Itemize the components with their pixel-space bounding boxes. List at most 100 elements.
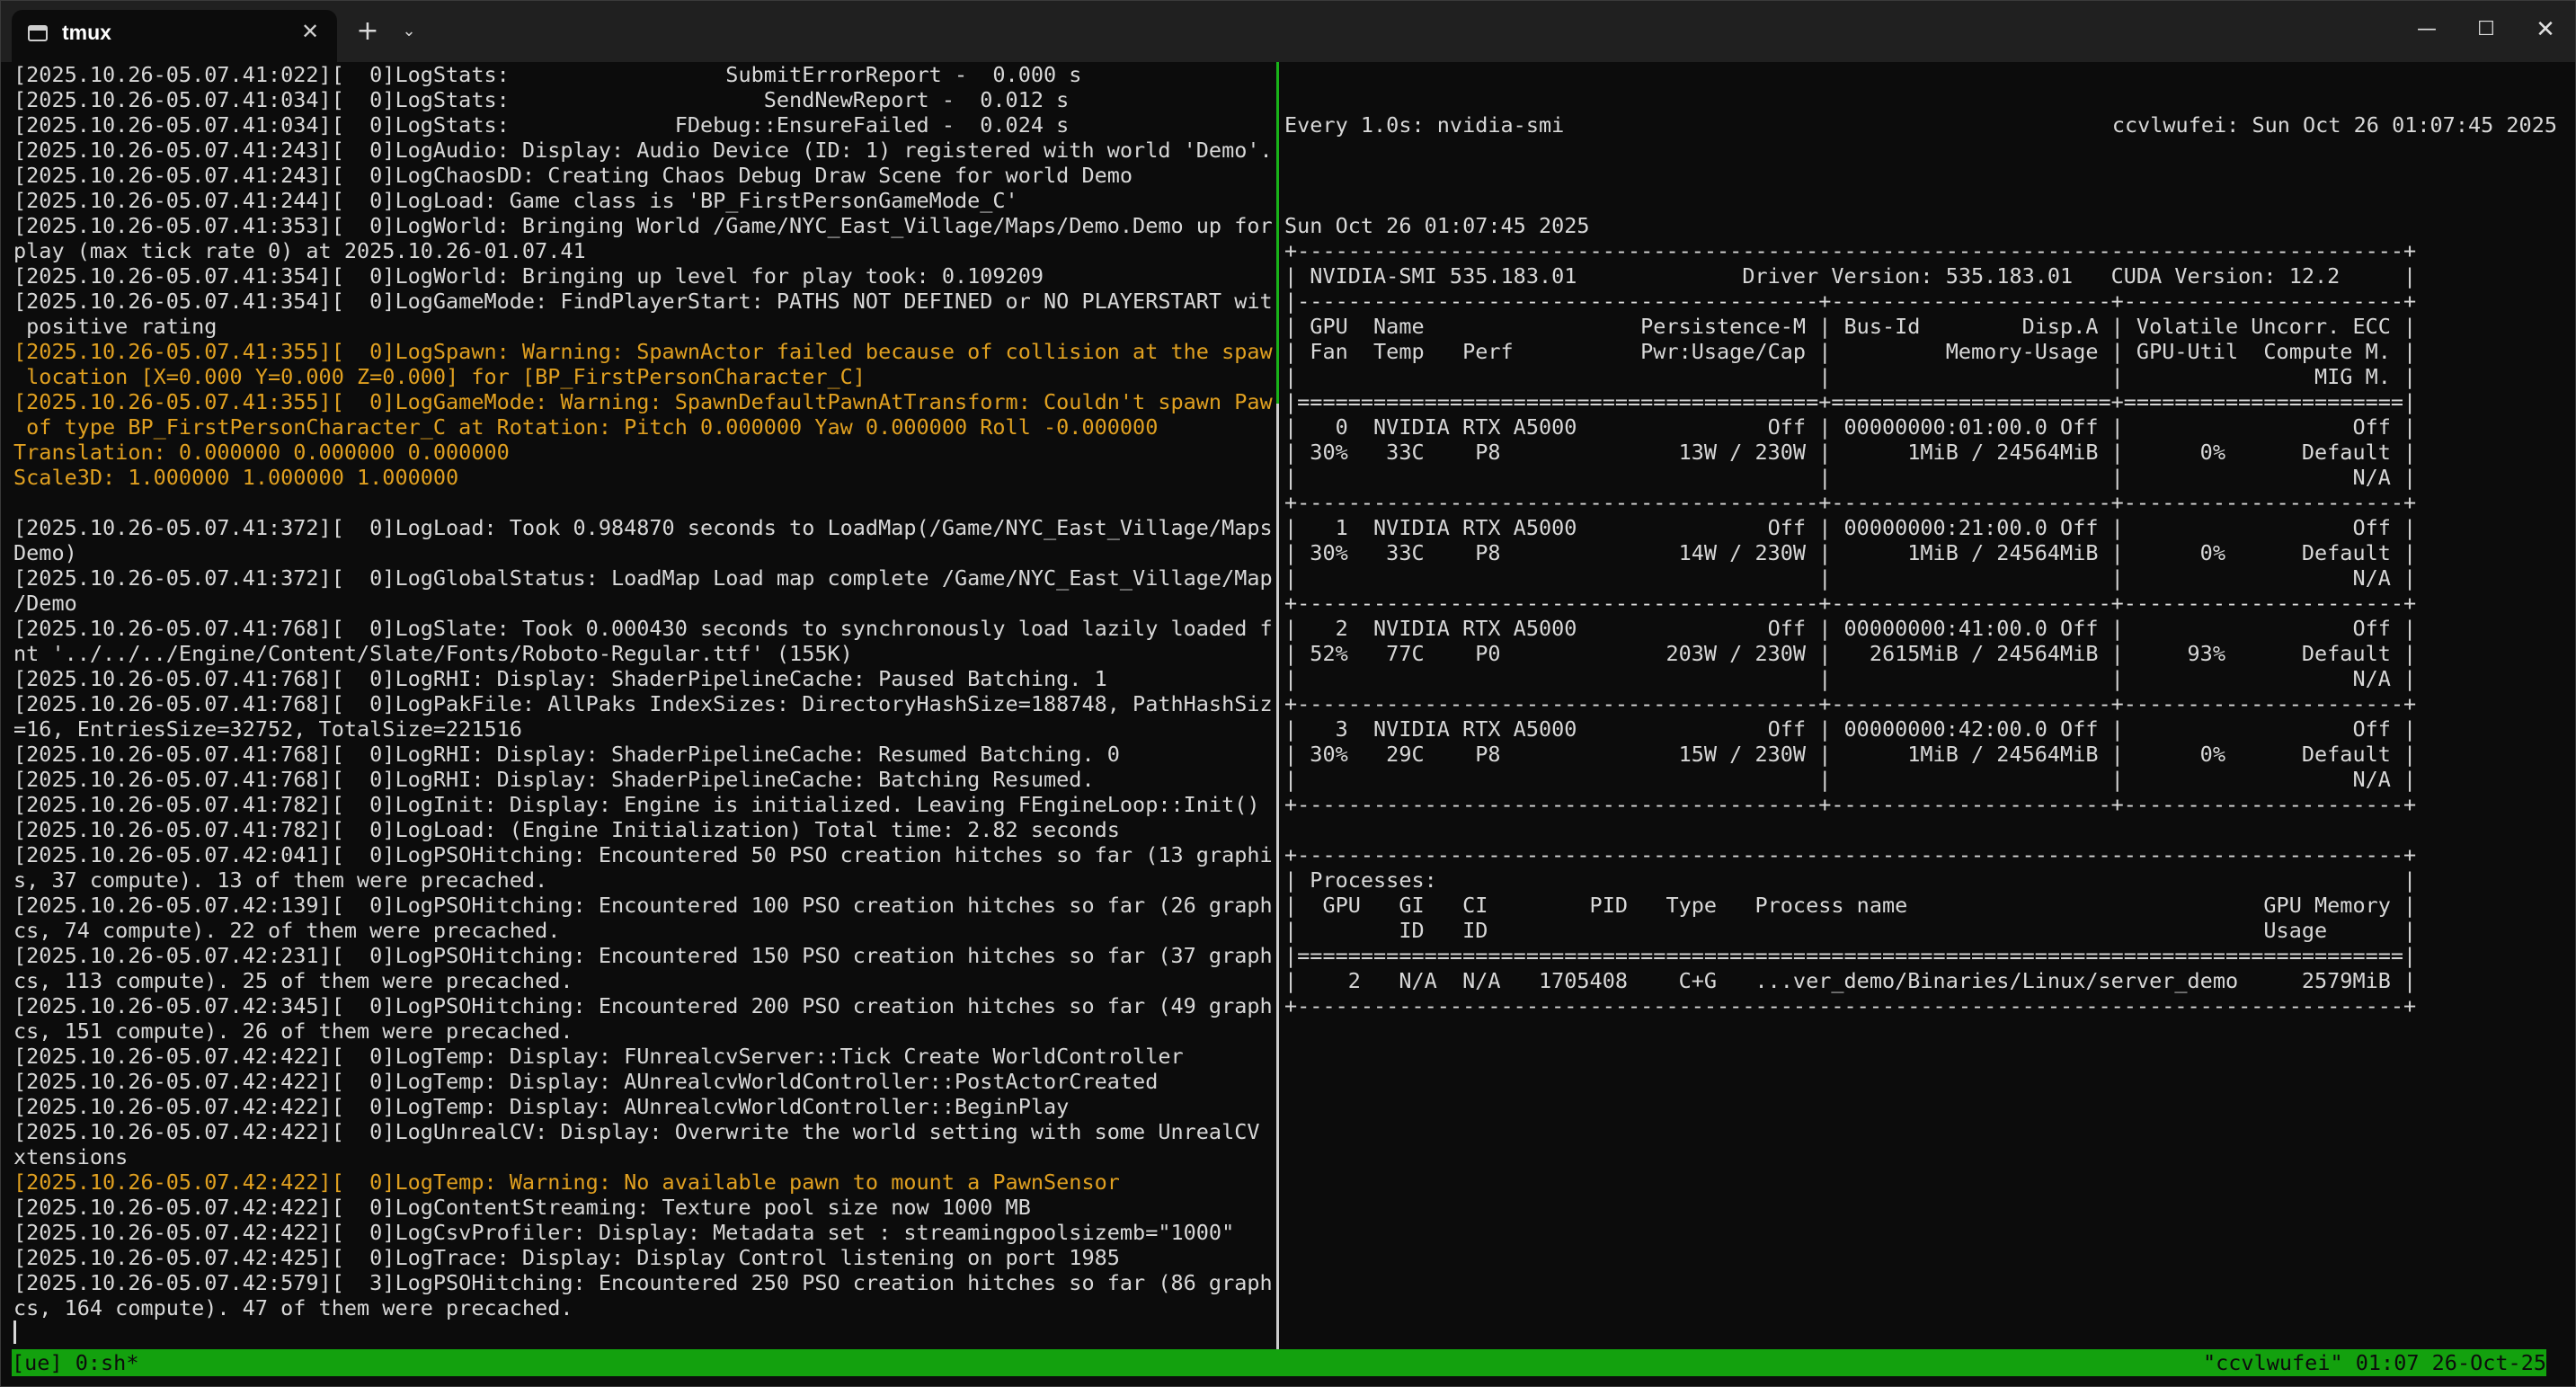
log-line: [2025.10.26-05.07.41:768][ 0]LogRHI: Dis… [13,742,1120,767]
log-line-warning: [2025.10.26-05.07.41:355][ 0]LogGameMode… [13,389,1274,414]
terminal-icon [28,25,48,41]
log-line: [2025.10.26-05.07.42:579][ 3]LogPSOHitch… [13,1270,1274,1295]
nvidia-smi-line: | 52% 77C P0 203W / 230W | 2615MiB / 245… [1284,641,2417,666]
nvidia-smi-line [1284,817,2570,842]
log-line: nt '../../../Engine/Content/Slate/Fonts/… [13,641,853,666]
log-line: Demo) [13,540,77,565]
nvidia-smi-line: | 30% 29C P8 15W / 230W | 1MiB / 24564Mi… [1284,742,2417,767]
log-line: [2025.10.26-05.07.42:231][ 0]LogPSOHitch… [13,943,1274,968]
log-line: [2025.10.26-05.07.42:422][ 0]LogUnrealCV… [13,1119,1274,1144]
plus-icon[interactable]: + [350,13,386,49]
nvidia-smi-line: +---------------------------------------… [1284,842,2417,867]
nvidia-smi-line: +---------------------------------------… [1284,993,2417,1018]
terminal-window: tmux ✕ + ⌄ — ☐ ✕ [2025.10.26-05.07.41:02… [0,0,2576,1387]
log-line: [2025.10.26-05.07.41:372][ 0]LogGlobalSt… [13,565,1274,591]
nvidia-smi-line: | | | N/A | [1284,767,2417,792]
nvidia-smi-line: +---------------------------------------… [1284,490,2417,515]
status-host-clock: "ccvlwufei" 01:07 26-Oct-25 [2202,1350,2546,1375]
log-line-warning: Scale3D: 1.000000 1.000000 1.000000 [13,465,459,490]
log-line: /Demo [13,591,77,616]
nvidia-smi-pane[interactable]: Every 1.0s: nvidia-smi ccvlwufei: Sun Oc… [1284,62,2570,1349]
log-line: [2025.10.26-05.07.41:034][ 0]LogStats: S… [13,87,1070,112]
nvidia-smi-line: | 2 NVIDIA RTX A5000 Off | 00000000:41:0… [1284,616,2417,641]
nvidia-smi-line: |---------------------------------------… [1284,289,2417,314]
nvidia-smi-line: | 30% 33C P8 14W / 230W | 1MiB / 24564Mi… [1284,540,2417,565]
log-line: [2025.10.26-05.07.42:422][ 0]LogTemp: Di… [13,1069,1159,1094]
nvidia-smi-line: | | | N/A | [1284,666,2417,691]
nvidia-smi-line: | NVIDIA-SMI 535.183.01 Driver Version: … [1284,263,2417,289]
log-line: cs, 151 compute). 26 of them were precac… [13,1018,573,1044]
log-line: xtensions [13,1144,129,1169]
log-line-warning: [2025.10.26-05.07.41:355][ 0]LogSpawn: W… [13,339,1274,364]
log-line: positive rating [13,314,218,339]
log-line: [2025.10.26-05.07.42:425][ 0]LogTrace: D… [13,1245,1120,1270]
tab-title: tmux [62,21,111,44]
log-line: [2025.10.26-05.07.41:353][ 0]LogWorld: B… [13,213,1273,238]
nvidia-smi-line [1284,188,2570,213]
nvidia-smi-line: | | | MIG M. | [1284,364,2417,389]
minimize-button[interactable]: — [2397,1,2456,58]
tab-tmux[interactable]: tmux ✕ [12,10,337,62]
watch-header: Every 1.0s: nvidia-smi ccvlwufei: Sun Oc… [1284,112,2570,138]
log-line-warning: [2025.10.26-05.07.42:422][ 0]LogTemp: Wa… [13,1169,1120,1195]
log-line: cs, 113 compute). 25 of them were precac… [13,968,573,993]
status-session-window[interactable]: [ue] 0:sh* [12,1349,138,1376]
log-line-warning: of type BP_FirstPersonCharacter_C at Rot… [13,414,1159,440]
log-line: play (max tick rate 0) at 2025.10.26-01.… [13,238,586,263]
log-line: s, 37 compute). 13 of them were precache… [13,867,548,893]
log-line: [2025.10.26-05.07.41:782][ 0]LogLoad: (E… [13,817,1120,842]
window-close-button[interactable]: ✕ [2516,1,2575,58]
log-line: [2025.10.26-05.07.41:768][ 0]LogSlate: T… [13,616,1274,641]
log-line: [2025.10.26-05.07.41:372][ 0]LogLoad: To… [13,515,1274,540]
nvidia-smi-line: | | | N/A | [1284,565,2417,591]
nvidia-smi-line: | | | N/A | [1284,465,2417,490]
log-line: [2025.10.26-05.07.41:244][ 0]LogLoad: Ga… [13,188,1018,213]
nvidia-smi-line: +---------------------------------------… [1284,792,2417,817]
chevron-down-icon[interactable]: ⌄ [393,13,425,49]
log-line: [2025.10.26-05.07.42:422][ 0]LogContentS… [13,1195,1031,1220]
nvidia-smi-line: | 3 NVIDIA RTX A5000 Off | 00000000:42:0… [1284,716,2417,742]
nvidia-smi-line: | ID ID Usage | [1284,918,2417,943]
log-line: [2025.10.26-05.07.41:354][ 0]LogWorld: B… [13,263,1044,289]
log-line: [2025.10.26-05.07.41:768][ 0]LogRHI: Dis… [13,767,1095,792]
close-icon[interactable]: ✕ [298,19,323,44]
log-pane[interactable]: [2025.10.26-05.07.41:022][ 0]LogStats: S… [13,62,1274,1349]
active-pane-indicator [1276,62,1279,404]
nvidia-smi-line: +---------------------------------------… [1284,591,2417,616]
log-line: [2025.10.26-05.07.41:243][ 0]LogChaosDD:… [13,163,1133,188]
nvidia-smi-output: Sun Oct 26 01:07:45 2025 +---------------… [1284,188,2570,1018]
log-line: =16, EntriesSize=32752, TotalSize=221516 [13,716,522,742]
nvidia-smi-line: | 30% 33C P8 13W / 230W | 1MiB / 24564Mi… [1284,440,2417,465]
watch-host-time: ccvlwufei: Sun Oct 26 01:07:45 2025 [2111,112,2557,138]
log-line: [2025.10.26-05.07.42:345][ 0]LogPSOHitch… [13,993,1274,1018]
nvidia-smi-line: | Fan Temp Perf Pwr:Usage/Cap | Memory-U… [1284,339,2417,364]
log-line: [2025.10.26-05.07.41:782][ 0]LogInit: Di… [13,792,1260,817]
nvidia-smi-line: | GPU GI CI PID Type Process name GPU Me… [1284,893,2417,918]
nvidia-smi-line: |=======================================… [1284,943,2417,968]
nvidia-smi-line: +---------------------------------------… [1284,238,2417,263]
log-line: [2025.10.26-05.07.41:354][ 0]LogGameMode… [13,289,1274,314]
maximize-button[interactable]: ☐ [2456,1,2516,58]
log-line-warning: Translation: 0.000000 0.000000 0.000000 [13,440,510,465]
log-line: [2025.10.26-05.07.41:022][ 0]LogStats: S… [13,62,1082,87]
log-line: [2025.10.26-05.07.42:139][ 0]LogPSOHitch… [13,893,1274,918]
log-line: [2025.10.26-05.07.41:768][ 0]LogRHI: Dis… [13,666,1107,691]
watch-command: Every 1.0s: nvidia-smi [1284,112,1565,138]
nvidia-smi-line: | 2 N/A N/A 1705408 C+G ...ver_demo/Bina… [1284,968,2417,993]
nvidia-smi-line: | 1 NVIDIA RTX A5000 Off | 00000000:21:0… [1284,515,2417,540]
nvidia-smi-line: Sun Oct 26 01:07:45 2025 [1284,213,1590,238]
tmux-status-bar: [ue] 0:sh* "ccvlwufei" 01:07 26-Oct-25 [12,1349,2546,1376]
log-line: [2025.10.26-05.07.42:041][ 0]LogPSOHitch… [13,842,1274,867]
log-line: [2025.10.26-05.07.41:243][ 0]LogAudio: D… [13,138,1273,163]
nvidia-smi-line: | GPU Name Persistence-M | Bus-Id Disp.A… [1284,314,2417,339]
log-line: cs, 74 compute). 22 of them were precach… [13,918,561,943]
nvidia-smi-line: +---------------------------------------… [1284,691,2417,716]
log-line-warning: location [X=0.000 Y=0.000 Z=0.000] for [… [13,364,866,389]
log-line: [2025.10.26-05.07.41:034][ 0]LogStats: F… [13,112,1070,138]
nvidia-smi-line: |=======================================… [1284,389,2417,414]
terminal-cursor [13,1320,16,1344]
log-line: [2025.10.26-05.07.41:768][ 0]LogPakFile:… [13,691,1274,716]
title-bar: tmux ✕ + ⌄ — ☐ ✕ [1,1,2575,62]
log-line: cs, 164 compute). 47 of them were precac… [13,1295,573,1320]
nvidia-smi-line: | 0 NVIDIA RTX A5000 Off | 00000000:01:0… [1284,414,2417,440]
